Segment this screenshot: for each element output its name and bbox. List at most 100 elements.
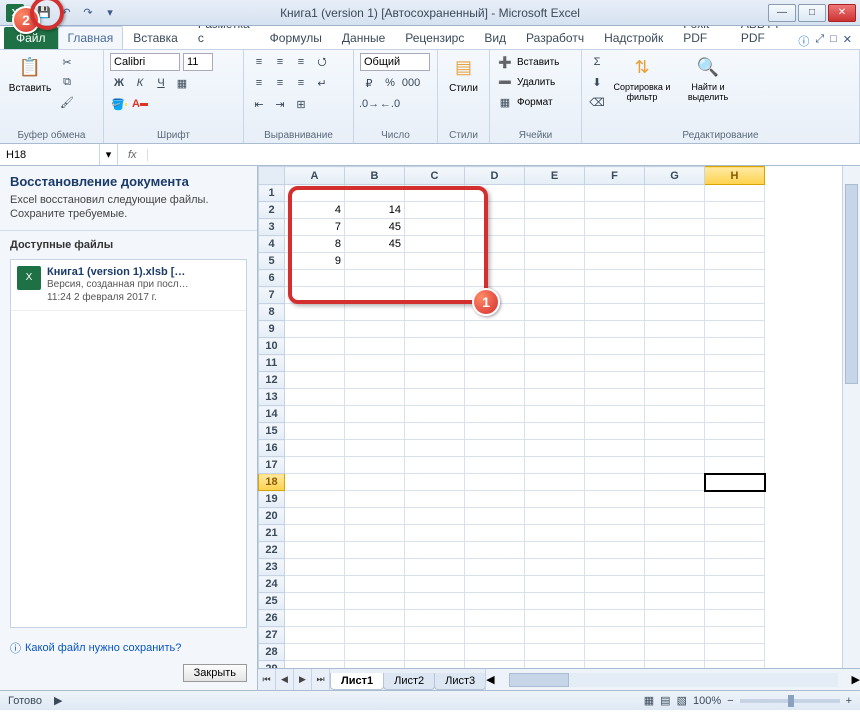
fill-down-icon[interactable]: ⬇ <box>588 73 606 91</box>
sheet-nav-first-icon[interactable]: ⏮ <box>258 669 276 690</box>
view-normal-icon[interactable]: ▦ <box>644 694 654 707</box>
view-layout-icon[interactable]: ▤ <box>660 694 670 707</box>
cell-E20[interactable] <box>525 508 585 525</box>
cell-D29[interactable] <box>465 661 525 669</box>
cell-E25[interactable] <box>525 593 585 610</box>
col-header-H[interactable]: H <box>705 167 765 185</box>
cell-E24[interactable] <box>525 576 585 593</box>
cell-B26[interactable] <box>345 610 405 627</box>
sheet-nav-next-icon[interactable]: ▶ <box>294 669 312 690</box>
cell-B5[interactable] <box>345 253 405 270</box>
formula-input[interactable] <box>148 149 860 161</box>
cell-A3[interactable]: 7 <box>285 219 345 236</box>
cell-A4[interactable]: 8 <box>285 236 345 253</box>
cell-B12[interactable] <box>345 372 405 389</box>
cell-F6[interactable] <box>585 270 645 287</box>
cell-E2[interactable] <box>525 202 585 219</box>
cut-icon[interactable]: ✂ <box>58 53 76 71</box>
cell-A23[interactable] <box>285 559 345 576</box>
cell-F15[interactable] <box>585 423 645 440</box>
merge-icon[interactable]: ⊞ <box>292 95 310 113</box>
cell-H13[interactable] <box>705 389 765 406</box>
tab-insert[interactable]: Вставка <box>123 26 188 49</box>
cell-D5[interactable] <box>465 253 525 270</box>
cell-H3[interactable] <box>705 219 765 236</box>
cell-C7[interactable] <box>405 287 465 304</box>
ribbon-minimize-icon[interactable]: ⤢ <box>815 33 824 49</box>
cell-E4[interactable] <box>525 236 585 253</box>
cell-D6[interactable] <box>465 270 525 287</box>
cell-H27[interactable] <box>705 627 765 644</box>
cell-B11[interactable] <box>345 355 405 372</box>
cell-H19[interactable] <box>705 491 765 508</box>
row-header-25[interactable]: 25 <box>259 593 285 610</box>
cell-F28[interactable] <box>585 644 645 661</box>
cell-F10[interactable] <box>585 338 645 355</box>
cell-A11[interactable] <box>285 355 345 372</box>
cell-E18[interactable] <box>525 474 585 491</box>
row-header-4[interactable]: 4 <box>259 236 285 253</box>
view-pagebreak-icon[interactable]: ▧ <box>677 694 687 707</box>
row-header-5[interactable]: 5 <box>259 253 285 270</box>
cell-H7[interactable] <box>705 287 765 304</box>
horizontal-scrollbar[interactable]: ◀ ▶ <box>485 669 860 690</box>
grid-scroll[interactable]: ABCDEFGH12414374548455967891011121314151… <box>258 166 860 668</box>
tab-formulas[interactable]: Формулы <box>260 26 332 49</box>
cell-E13[interactable] <box>525 389 585 406</box>
cell-E10[interactable] <box>525 338 585 355</box>
scroll-right-icon[interactable]: ▶ <box>852 673 860 686</box>
cell-A22[interactable] <box>285 542 345 559</box>
row-header-3[interactable]: 3 <box>259 219 285 236</box>
tab-view[interactable]: Вид <box>474 26 516 49</box>
cell-D1[interactable] <box>465 185 525 202</box>
autosum-icon[interactable]: Σ <box>588 53 606 71</box>
cell-H6[interactable] <box>705 270 765 287</box>
cell-D11[interactable] <box>465 355 525 372</box>
cell-D28[interactable] <box>465 644 525 661</box>
align-center-icon[interactable]: ≡ <box>271 74 289 92</box>
cell-C14[interactable] <box>405 406 465 423</box>
grid[interactable]: ABCDEFGH12414374548455967891011121314151… <box>258 166 765 668</box>
row-header-9[interactable]: 9 <box>259 321 285 338</box>
tab-addins[interactable]: Надстройк <box>594 26 673 49</box>
cell-G6[interactable] <box>645 270 705 287</box>
cell-C15[interactable] <box>405 423 465 440</box>
tab-review[interactable]: Рецензирс <box>395 26 474 49</box>
minimize-button[interactable]: — <box>768 4 796 22</box>
cell-D15[interactable] <box>465 423 525 440</box>
cell-E27[interactable] <box>525 627 585 644</box>
cell-A26[interactable] <box>285 610 345 627</box>
zoom-in-button[interactable]: + <box>846 695 852 707</box>
cell-B4[interactable]: 45 <box>345 236 405 253</box>
cell-C2[interactable] <box>405 202 465 219</box>
recovery-close-button[interactable]: Закрыть <box>183 664 247 682</box>
cell-H12[interactable] <box>705 372 765 389</box>
cell-B27[interactable] <box>345 627 405 644</box>
cell-A14[interactable] <box>285 406 345 423</box>
redo-icon[interactable]: ↷ <box>80 5 96 21</box>
ribbon-help-icon[interactable]: ⓘ <box>798 33 809 49</box>
cell-H5[interactable] <box>705 253 765 270</box>
row-header-2[interactable]: 2 <box>259 202 285 219</box>
cell-F25[interactable] <box>585 593 645 610</box>
row-header-10[interactable]: 10 <box>259 338 285 355</box>
cell-C9[interactable] <box>405 321 465 338</box>
cell-H8[interactable] <box>705 304 765 321</box>
cell-A28[interactable] <box>285 644 345 661</box>
row-header-7[interactable]: 7 <box>259 287 285 304</box>
cell-C1[interactable] <box>405 185 465 202</box>
align-middle-icon[interactable]: ≡ <box>271 53 289 71</box>
underline-button[interactable]: Ч <box>152 74 170 92</box>
cell-B22[interactable] <box>345 542 405 559</box>
cell-D26[interactable] <box>465 610 525 627</box>
cell-B16[interactable] <box>345 440 405 457</box>
cell-B21[interactable] <box>345 525 405 542</box>
cell-E9[interactable] <box>525 321 585 338</box>
cell-F8[interactable] <box>585 304 645 321</box>
cell-H16[interactable] <box>705 440 765 457</box>
format-cells-button[interactable]: ▦Формат <box>496 93 553 111</box>
cell-F1[interactable] <box>585 185 645 202</box>
cell-A8[interactable] <box>285 304 345 321</box>
cell-D13[interactable] <box>465 389 525 406</box>
cell-G22[interactable] <box>645 542 705 559</box>
